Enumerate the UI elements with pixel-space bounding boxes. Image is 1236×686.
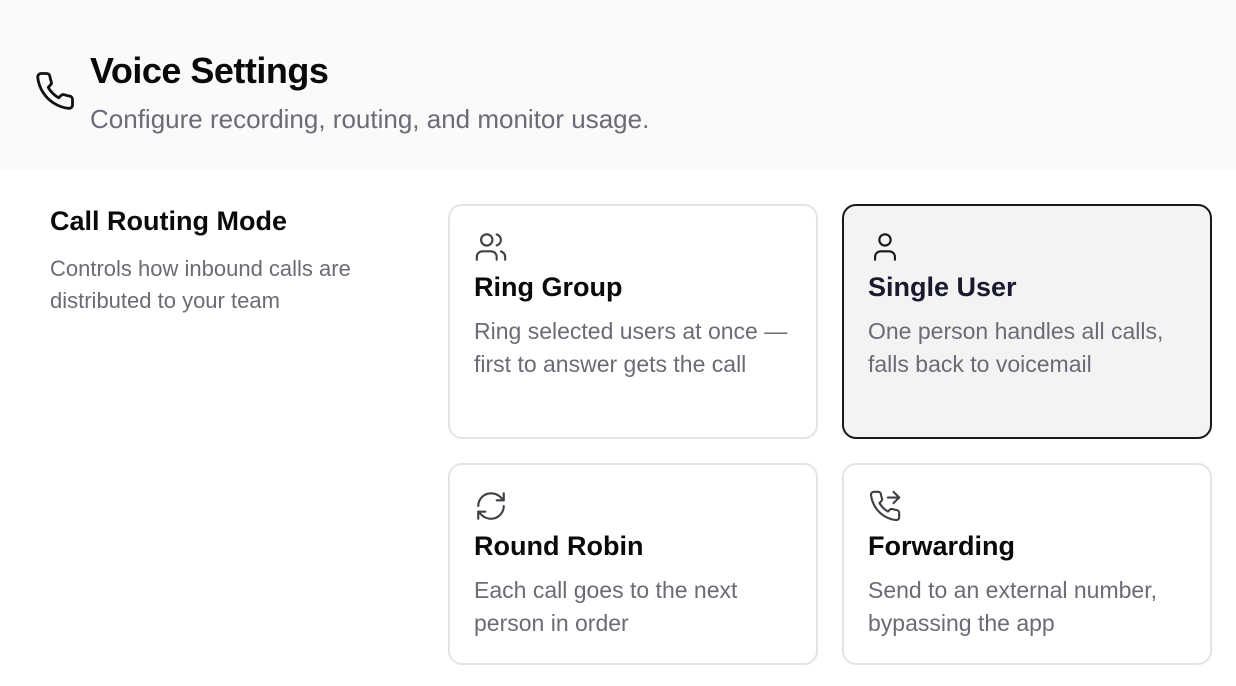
routing-option-title: Ring Group — [474, 272, 623, 302]
routing-option-title: Single User — [868, 272, 1017, 302]
routing-option-description: One person handles all calls, falls back… — [868, 318, 1164, 377]
routing-option-title: Forwarding — [868, 531, 1015, 561]
page-title: Voice Settings — [90, 50, 329, 91]
refresh-icon — [474, 489, 508, 523]
phone-forward-icon — [868, 489, 902, 523]
routing-section-title: Call Routing Mode — [50, 206, 287, 236]
page-subtitle: Configure recording, routing, and monito… — [90, 104, 650, 134]
routing-option-single-user[interactable]: Single User One person handles all calls… — [842, 204, 1212, 439]
routing-option-ring-group[interactable]: Ring Group Ring selected users at once —… — [448, 204, 818, 439]
users-icon — [474, 230, 508, 264]
routing-option-title: Round Robin — [474, 531, 644, 561]
routing-option-description: Send to an external number, bypassing th… — [868, 577, 1157, 636]
routing-option-description: Ring selected users at once — first to a… — [474, 318, 788, 377]
page-header: Voice Settings Configure recording, rout… — [0, 0, 1236, 170]
routing-section-description: Controls how inbound calls are distribut… — [50, 256, 351, 313]
phone-icon — [34, 70, 76, 112]
routing-option-forwarding[interactable]: Forwarding Send to an external number, b… — [842, 463, 1212, 665]
routing-option-description: Each call goes to the next person in ord… — [474, 577, 738, 636]
routing-option-round-robin[interactable]: Round Robin Each call goes to the next p… — [448, 463, 818, 665]
user-icon — [868, 230, 902, 264]
